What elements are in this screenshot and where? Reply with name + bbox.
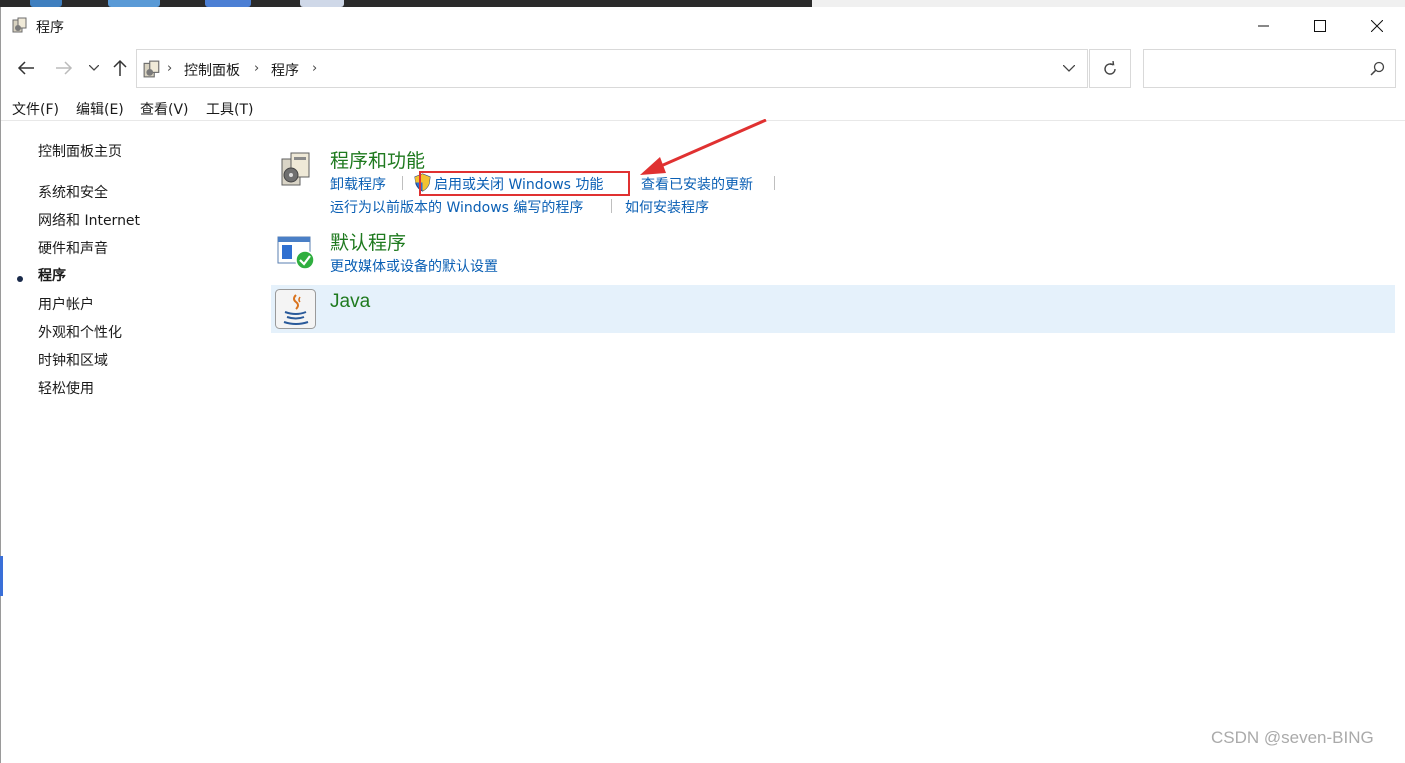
default-programs-icon[interactable] [277, 235, 317, 275]
sidebar-item-system-security[interactable]: 系统和安全 [38, 182, 108, 202]
default-programs-title[interactable]: 默认程序 [330, 228, 406, 255]
window-border [0, 7, 1, 763]
minimize-button[interactable] [1236, 7, 1292, 44]
desktop-icon-fragment [108, 0, 160, 7]
menu-edit[interactable]: 编辑(E) [76, 99, 124, 119]
search-icon [1370, 61, 1385, 76]
forward-button[interactable] [53, 57, 75, 79]
compatibility-link[interactable]: 运行为以前版本的 Windows 编写的程序 [330, 197, 583, 217]
programs-features-icon[interactable] [280, 151, 312, 191]
control-panel-window: 程序 › 控制面板 › 程序 › 文件(F) 编辑(E) 查看(V) 工具(T)… [0, 7, 1405, 763]
programs-features-title[interactable]: 程序和功能 [330, 146, 425, 173]
menu-view[interactable]: 查看(V) [140, 99, 189, 119]
arrow-right-icon [56, 61, 73, 75]
breadcrumb-separator[interactable]: › [254, 61, 259, 76]
media-defaults-link[interactable]: 更改媒体或设备的默认设置 [330, 256, 498, 276]
sidebar-home[interactable]: 控制面板主页 [38, 141, 122, 161]
recent-locations-button[interactable] [84, 57, 104, 79]
desktop-icon-fragment [205, 0, 251, 7]
sidebar-item-network[interactable]: 网络和 Internet [38, 210, 140, 230]
java-title[interactable]: Java [330, 291, 370, 313]
chevron-down-icon [89, 65, 99, 71]
chevron-down-icon [1063, 65, 1075, 72]
programs-icon [12, 17, 28, 33]
close-icon [1371, 19, 1383, 32]
maximize-icon [1314, 19, 1326, 32]
menu-tools[interactable]: 工具(T) [206, 99, 253, 119]
desktop-edge [0, 556, 3, 596]
sidebar-item-user-accounts[interactable]: 用户帐户 [38, 294, 94, 314]
desktop-icon-fragment [30, 0, 62, 7]
menu-file[interactable]: 文件(F) [12, 99, 59, 119]
sidebar-item-ease-of-access[interactable]: 轻松使用 [38, 378, 94, 398]
annotation-arrow [640, 119, 767, 175]
link-divider [402, 176, 403, 190]
breadcrumb-programs[interactable]: 程序 [271, 60, 299, 80]
breadcrumb-separator[interactable]: › [167, 61, 172, 76]
minimize-icon [1258, 25, 1269, 26]
address-history-dropdown[interactable] [1051, 50, 1087, 87]
breadcrumb-control-panel[interactable]: 控制面板 [184, 60, 240, 80]
close-button[interactable] [1349, 7, 1405, 44]
desktop-icon-fragment [300, 0, 344, 7]
address-bar[interactable]: › 控制面板 › 程序 › [136, 49, 1088, 88]
sidebar-item-programs[interactable]: 程序 [38, 265, 66, 285]
refresh-icon [1104, 60, 1116, 75]
breadcrumb-separator[interactable]: › [312, 61, 317, 76]
maximize-button[interactable] [1292, 7, 1348, 44]
java-row[interactable]: Java [271, 285, 1395, 333]
desktop-strip-right [812, 0, 1405, 7]
back-button[interactable] [15, 57, 37, 79]
refresh-button[interactable] [1089, 49, 1131, 88]
active-bullet [17, 276, 23, 282]
arrow-up-icon [113, 59, 127, 76]
watermark: CSDN @seven-BING [1211, 728, 1374, 747]
desktop-strip [0, 0, 1405, 7]
how-to-install-link[interactable]: 如何安装程序 [625, 197, 709, 217]
search-box[interactable] [1143, 49, 1396, 88]
up-button[interactable] [109, 57, 131, 79]
sidebar-item-hardware-sound[interactable]: 硬件和声音 [38, 238, 108, 258]
link-divider [774, 176, 775, 190]
sidebar-item-clock-region[interactable]: 时钟和区域 [38, 350, 108, 370]
arrow-left-icon [17, 61, 34, 75]
link-divider [611, 199, 612, 213]
sidebar-item-appearance[interactable]: 外观和个性化 [38, 322, 122, 342]
uninstall-program-link[interactable]: 卸载程序 [330, 174, 386, 194]
java-icon [275, 289, 317, 333]
programs-icon [143, 60, 161, 78]
title-bar[interactable]: 程序 [0, 7, 1405, 44]
window-title: 程序 [36, 20, 64, 36]
highlight-box [419, 171, 630, 196]
